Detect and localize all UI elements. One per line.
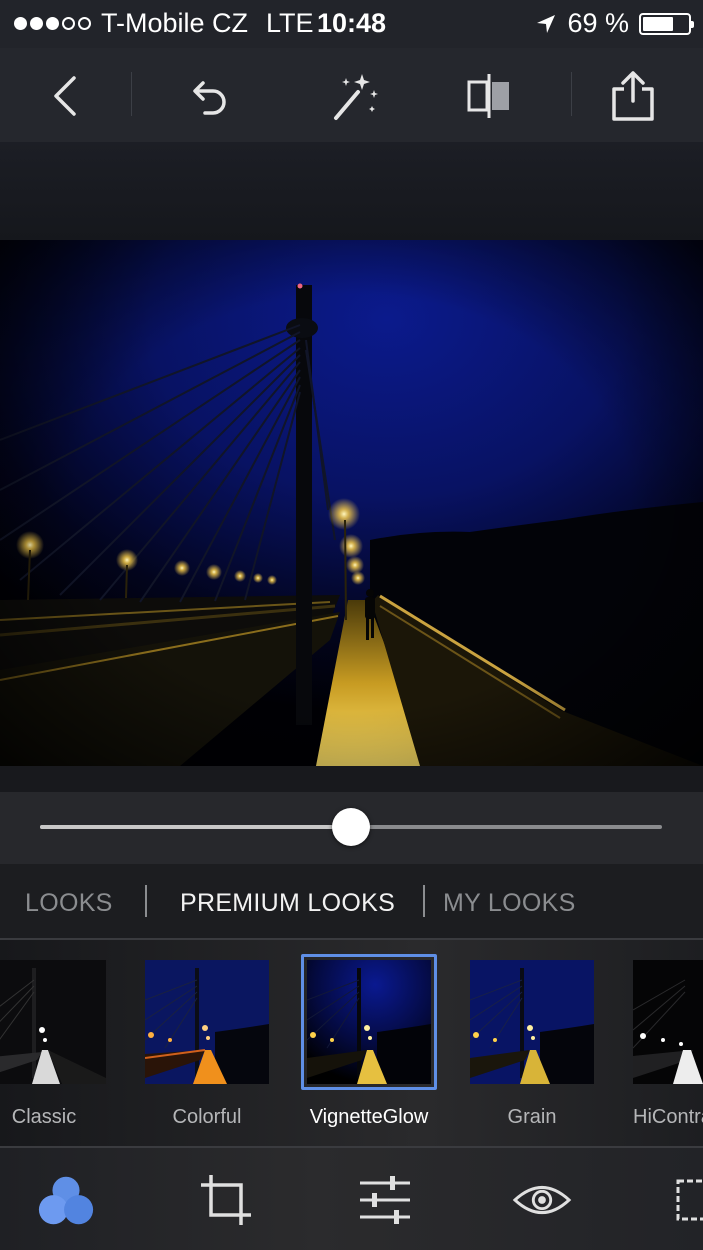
look-label: HiContrast	[633, 1106, 703, 1128]
look-thumbnail	[633, 960, 703, 1084]
toolbar-divider	[571, 72, 572, 116]
look-thumbnail	[145, 960, 269, 1084]
canvas-padding-bottom	[0, 766, 703, 792]
look-thumbnail	[470, 960, 594, 1084]
photo-image	[0, 240, 703, 766]
undo-button[interactable]	[180, 66, 240, 126]
share-icon	[612, 71, 654, 121]
look-label: Colorful	[172, 1106, 242, 1128]
location-arrow-icon	[537, 14, 556, 33]
compare-button[interactable]	[459, 66, 519, 126]
toolbar-divider	[131, 72, 132, 116]
look-colorful[interactable]: Colorful	[145, 960, 269, 1128]
look-grain[interactable]: Grain	[470, 960, 594, 1128]
battery-icon	[639, 12, 694, 35]
crop-icon	[201, 1175, 251, 1225]
status-bar: T-Mobile CZ LTE 10:48 69 %	[0, 0, 703, 48]
view-button[interactable]	[512, 1170, 572, 1230]
tab-premium-looks[interactable]: PREMIUM LOOKS	[180, 889, 395, 918]
back-button[interactable]	[36, 66, 96, 126]
looks-tabs: LOOKS PREMIUM LOOKS MY LOOKS	[0, 864, 703, 940]
looks-button[interactable]	[36, 1170, 96, 1230]
adjust-button[interactable]	[355, 1170, 415, 1230]
slider-thumb[interactable]	[332, 808, 370, 846]
auto-enhance-button[interactable]	[324, 66, 384, 126]
share-button[interactable]	[603, 66, 663, 126]
look-vignetteglow[interactable]: VignetteGlow	[301, 954, 437, 1128]
top-toolbar	[0, 48, 703, 142]
look-hicontrast[interactable]: HiContrast	[633, 960, 703, 1128]
chevron-left-icon	[54, 76, 76, 116]
eye-icon	[512, 1186, 572, 1214]
battery-percent: 69 %	[567, 8, 629, 38]
photo-canvas[interactable]	[0, 240, 703, 766]
look-thumbnail	[307, 960, 431, 1084]
amount-slider[interactable]	[0, 792, 703, 864]
look-label: Grain	[507, 1106, 557, 1128]
tab-divider	[423, 885, 425, 917]
selective-icon	[676, 1179, 703, 1221]
look-thumbnail	[0, 960, 106, 1084]
split-compare-icon	[467, 74, 509, 118]
magic-wand-icon	[334, 74, 378, 120]
canvas-padding-top	[0, 142, 703, 240]
bottom-nav	[0, 1148, 703, 1250]
status-right: 69 %	[535, 8, 694, 39]
undo-icon	[193, 81, 226, 115]
look-label: VignetteGlow	[309, 1106, 429, 1128]
looks-circles-icon	[38, 1176, 94, 1225]
tab-looks[interactable]: LOOKS	[25, 889, 113, 918]
selective-button[interactable]	[670, 1170, 703, 1230]
crop-button[interactable]	[196, 1170, 256, 1230]
adjust-sliders-icon	[360, 1176, 410, 1224]
tab-divider	[145, 885, 147, 917]
look-classic[interactable]: Classic	[0, 960, 106, 1128]
slider-fill	[40, 825, 351, 829]
tab-my-looks[interactable]: MY LOOKS	[443, 889, 576, 918]
looks-strip[interactable]: Classic Colorful VignetteGlow Grain HiCo…	[0, 940, 703, 1146]
